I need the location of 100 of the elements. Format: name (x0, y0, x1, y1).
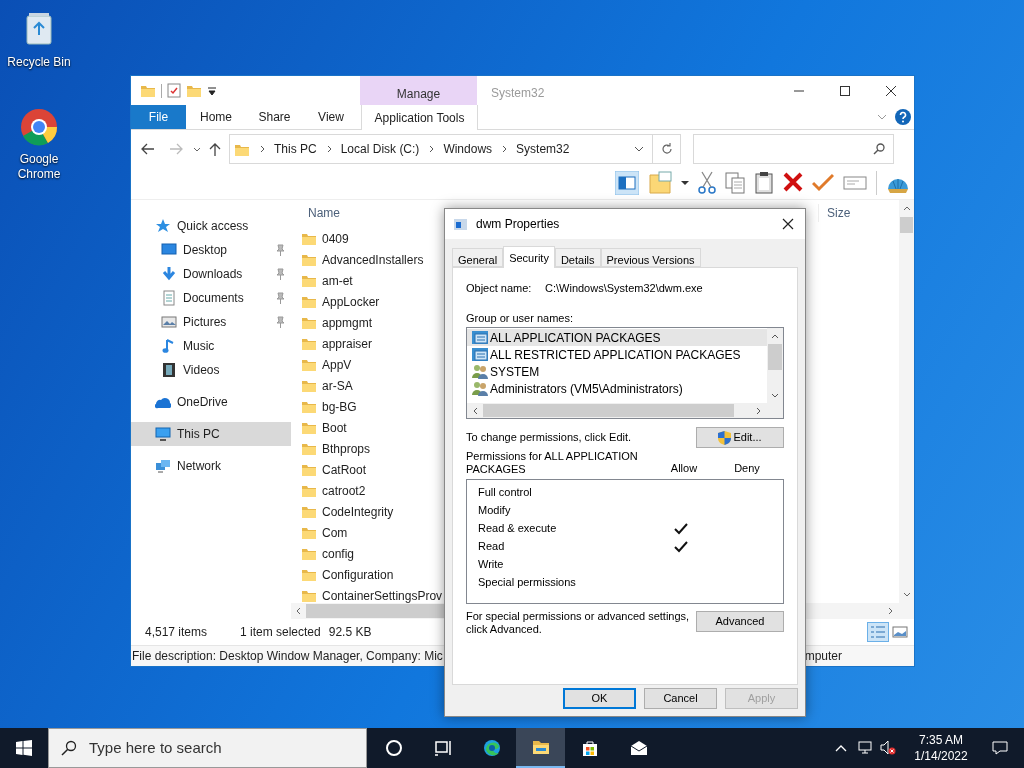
file-name[interactable]: 0409 (322, 229, 349, 248)
list-item[interactable]: SYSTEM (467, 363, 767, 380)
clock[interactable]: 7:35 AM 1/14/2022 (906, 732, 976, 764)
nav-item[interactable]: Desktop (131, 238, 291, 262)
search-field[interactable] (693, 134, 894, 164)
preview-pane-icon[interactable] (615, 171, 639, 195)
folder-icon (301, 546, 317, 561)
file-name[interactable]: ContainerSettingsProv (322, 586, 443, 603)
file-name[interactable]: AppLocker (322, 292, 380, 311)
close-icon[interactable] (782, 218, 794, 230)
back-icon[interactable] (141, 143, 155, 155)
file-name[interactable]: Com (322, 523, 348, 542)
search-bar[interactable]: Type here to search (48, 728, 367, 768)
scrollbar[interactable] (767, 328, 783, 403)
column-header[interactable]: Size (818, 204, 851, 222)
breadcrumb-item[interactable]: This PC (274, 140, 317, 158)
scroll-left-icon[interactable] (471, 406, 479, 415)
ribbon-tab[interactable]: Application Tools (361, 105, 478, 130)
properties-icon[interactable] (167, 83, 181, 98)
scroll-down-icon[interactable] (771, 392, 779, 400)
caret-icon[interactable] (207, 85, 217, 96)
paste-icon[interactable] (754, 171, 774, 195)
maximize-icon[interactable] (840, 85, 850, 96)
file-name[interactable]: Boot (322, 418, 347, 437)
expand-ribbon-icon[interactable] (877, 114, 887, 120)
file-name[interactable]: config (322, 544, 355, 563)
file-name[interactable]: ar-SA (322, 376, 353, 395)
file-name[interactable]: appraiser (322, 334, 373, 353)
address-bar[interactable]: This PC Local Disk (C:) Windows System32 (229, 134, 653, 164)
refresh-button[interactable] (653, 134, 681, 164)
user-list[interactable]: ALL APPLICATION PACKAGES ALL RESTRICTED APPLICATION PACKAGES SYSTEM Administrators (VM5\Administrators) (466, 327, 784, 419)
ribbon-tab[interactable]: File (131, 105, 186, 129)
scroll-left-icon[interactable] (294, 607, 302, 615)
pin-icon[interactable] (275, 292, 285, 304)
scroll-right-icon[interactable] (755, 406, 763, 415)
scrollbar-thumb[interactable] (768, 344, 782, 370)
nav-item[interactable]: Quick access (131, 214, 291, 238)
ribbon-tab[interactable]: Share (246, 105, 303, 129)
large-icons-view-icon[interactable] (892, 625, 908, 639)
scrollbar[interactable] (467, 403, 783, 418)
scroll-down-icon[interactable] (902, 591, 911, 599)
scrollbar-thumb[interactable] (900, 217, 913, 233)
nav-item[interactable]: OneDrive (131, 390, 291, 414)
notifications-icon[interactable] (992, 740, 1008, 756)
breadcrumb-item[interactable]: Windows (443, 140, 493, 158)
nav-item[interactable]: Videos (131, 358, 291, 382)
file-name[interactable]: Bthprops (322, 439, 371, 458)
pin-icon[interactable] (275, 316, 285, 328)
start-icon[interactable] (16, 740, 32, 756)
file-name[interactable]: catroot2 (322, 481, 366, 500)
ribbon-tab[interactable]: Home (186, 105, 246, 129)
dialog-button[interactable]: OK (563, 688, 636, 709)
network-icon[interactable] (858, 741, 874, 755)
search-field[interactable]: Type here to search (89, 736, 339, 760)
file-name[interactable]: appmgmt (322, 313, 373, 332)
taskbar-button[interactable] (516, 728, 565, 768)
file-name[interactable]: Configuration (322, 565, 394, 584)
volume-muted-icon[interactable] (880, 740, 896, 756)
scrollbar-thumb[interactable] (483, 404, 734, 417)
scrollbar[interactable] (899, 200, 914, 603)
file-name[interactable]: bg-BG (322, 397, 357, 416)
copy-icon[interactable] (725, 171, 745, 195)
close-icon[interactable] (886, 85, 896, 96)
desktop-icon-label[interactable]: Google Chrome (6, 152, 72, 182)
dialog-button[interactable]: Cancel (644, 688, 717, 709)
cut-icon[interactable] (698, 171, 716, 195)
scroll-up-icon[interactable] (902, 204, 911, 212)
list-item[interactable]: Administrators (VM5\Administrators) (467, 380, 767, 397)
desktop-icon-label[interactable]: Recycle Bin (6, 55, 72, 70)
ribbon-tab[interactable]: View (303, 105, 359, 129)
nav-item[interactable]: Network (131, 454, 291, 478)
file-name[interactable]: CodeIntegrity (322, 502, 394, 521)
scroll-right-icon[interactable] (887, 607, 895, 615)
nav-item[interactable]: Downloads (131, 262, 291, 286)
help-icon[interactable] (895, 109, 911, 125)
file-name[interactable]: am-et (322, 271, 353, 290)
breadcrumb-item[interactable]: Local Disk (C:) (340, 140, 420, 158)
nav-item[interactable]: Documents (131, 286, 291, 310)
chevron-up-icon[interactable] (835, 744, 847, 752)
dropdown-icon[interactable] (634, 146, 644, 152)
list-item[interactable]: ALL RESTRICTED APPLICATION PACKAGES (467, 346, 767, 363)
dialog-tab[interactable]: General (452, 248, 504, 267)
dialog-tab[interactable]: Security (503, 246, 555, 268)
file-name[interactable]: AdvancedInstallers (322, 250, 424, 269)
advanced-button[interactable]: Advanced (696, 611, 784, 632)
file-name[interactable]: AppV (322, 355, 352, 374)
recent-locations-icon[interactable] (193, 146, 201, 152)
dialog-tab[interactable]: Previous Versions (600, 248, 701, 267)
file-name[interactable]: CatRoot (322, 460, 367, 479)
pin-icon[interactable] (275, 268, 285, 280)
nav-item[interactable]: Pictures (131, 310, 291, 334)
dialog-tab[interactable]: Details (554, 248, 601, 267)
edit-button[interactable]: Edit... (696, 427, 784, 448)
scroll-up-icon[interactable] (771, 332, 779, 340)
up-icon[interactable] (209, 142, 221, 156)
breadcrumb-item[interactable]: System32 (516, 140, 570, 158)
nav-item[interactable]: This PC (131, 422, 291, 446)
nav-item[interactable]: Music (131, 334, 291, 358)
pin-icon[interactable] (275, 244, 285, 256)
list-item[interactable]: ALL APPLICATION PACKAGES (467, 329, 767, 346)
